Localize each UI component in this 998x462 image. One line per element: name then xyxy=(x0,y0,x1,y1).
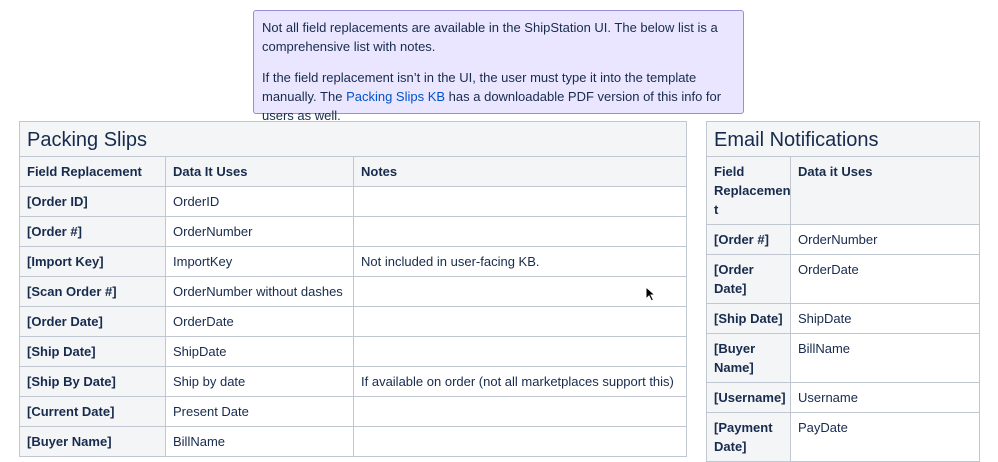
field-replacement-cell: [Order #] xyxy=(706,224,791,255)
field-replacement-cell: [Ship By Date] xyxy=(19,366,166,397)
data-cell: BillName xyxy=(789,333,981,383)
table-row: [Order #] OrderNumber xyxy=(706,224,981,255)
table-row: [Ship By Date] Ship by date If available o… xyxy=(19,366,688,397)
info-panel: Not all field replacements are available… xyxy=(253,10,744,123)
packing-slips-title: Packing Slips xyxy=(18,121,688,157)
packing-slips-table: Packing Slips Field Replacement Data It … xyxy=(18,121,688,457)
field-replacement-cell: [Import Key] xyxy=(19,246,166,277)
notes-cell xyxy=(352,396,688,427)
table-row: [Scan Order #] OrderNumber without dashes xyxy=(19,276,688,307)
table-row: [Import Key] ImportKey Not included in use… xyxy=(19,246,688,277)
column-header-field: Field Replacemen t xyxy=(706,156,791,225)
table-row: [Order Date] OrderDate xyxy=(706,254,981,304)
notes-cell: Not included in user-facing KB. xyxy=(352,246,688,277)
notes-cell xyxy=(352,336,688,367)
mouse-pointer-icon xyxy=(645,286,656,302)
table-row: [Current Date] Present Date xyxy=(19,396,688,427)
table-row: [Ship Date] ShipDate xyxy=(706,303,981,334)
data-cell: Ship by date xyxy=(165,366,354,397)
table-row: [Buyer Name] BillName xyxy=(706,333,981,383)
table-row: [Ship Date] ShipDate xyxy=(19,336,688,367)
field-replacement-cell: [Buyer Name] xyxy=(706,333,791,383)
packing-slips-kb-link[interactable]: Packing Slips KB xyxy=(346,89,445,104)
field-replacement-cell: [Order ID] xyxy=(19,186,166,217)
data-cell: ShipDate xyxy=(165,336,354,367)
notes-cell xyxy=(352,426,688,457)
field-replacement-cell: [Ship Date] xyxy=(706,303,791,334)
column-header-data: Data It Uses xyxy=(165,156,354,187)
column-header-field: Field Replacement xyxy=(19,156,166,187)
data-cell: OrderID xyxy=(165,186,354,217)
info-text-2: If the field replacement isn’t in the UI… xyxy=(262,68,733,125)
column-header-data: Data it Uses xyxy=(789,156,981,225)
info-text-1: Not all field replacements are available… xyxy=(262,20,718,54)
data-cell: Username xyxy=(789,382,981,413)
data-cell: OrderDate xyxy=(789,254,981,304)
table-row: [Username] Username xyxy=(706,382,981,413)
table-row: [Buyer Name] BillName xyxy=(19,426,688,457)
data-cell: ImportKey xyxy=(165,246,354,277)
field-replacement-cell: [Order Date] xyxy=(706,254,791,304)
field-replacement-cell: [Payment Date] xyxy=(706,412,791,462)
notes-cell: If available on order (not all marketpla… xyxy=(352,366,688,397)
data-cell: BillName xyxy=(165,426,354,457)
notes-cell xyxy=(352,306,688,337)
data-cell: OrderNumber xyxy=(789,224,981,255)
table-row: [Order ID] OrderID xyxy=(19,186,688,217)
data-cell: Present Date xyxy=(165,396,354,427)
field-replacement-cell: [Order Date] xyxy=(19,306,166,337)
field-replacement-cell: [Username] xyxy=(706,382,791,413)
email-notifications-title: Email Notifications xyxy=(705,121,981,157)
field-replacement-cell: [Scan Order #] xyxy=(19,276,166,307)
notes-cell xyxy=(352,216,688,247)
notes-cell xyxy=(352,276,688,307)
data-cell: PayDate xyxy=(789,412,981,462)
data-cell: OrderNumber xyxy=(165,216,354,247)
table-row: [Order Date] OrderDate xyxy=(19,306,688,337)
field-replacement-cell: [Ship Date] xyxy=(19,336,166,367)
notes-cell xyxy=(352,186,688,217)
field-replacement-cell: [Order #] xyxy=(19,216,166,247)
data-cell: OrderNumber without dashes xyxy=(165,276,354,307)
data-cell: OrderDate xyxy=(165,306,354,337)
field-replacement-cell: [Buyer Name] xyxy=(19,426,166,457)
field-replacement-cell: [Current Date] xyxy=(19,396,166,427)
data-cell: ShipDate xyxy=(789,303,981,334)
table-row: [Payment Date] PayDate xyxy=(706,412,981,462)
email-notifications-table: Email Notifications Field Replacemen t D… xyxy=(705,121,981,462)
column-header-notes: Notes xyxy=(352,156,688,187)
table-row: [Order #] OrderNumber xyxy=(19,216,688,247)
